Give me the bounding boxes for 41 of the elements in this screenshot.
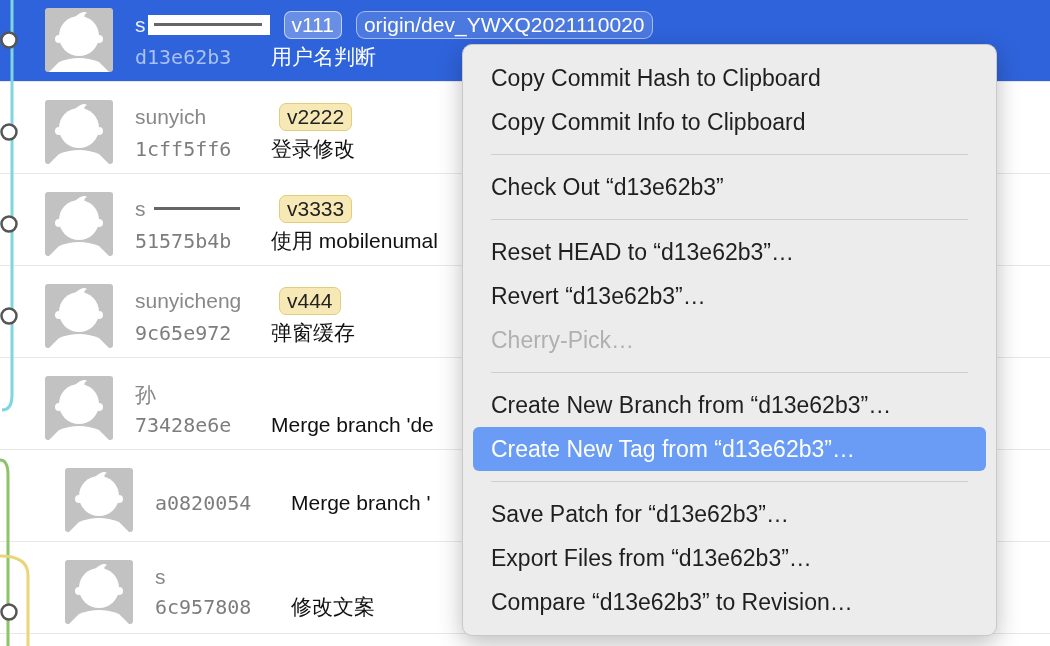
- tag-label: v2222: [279, 102, 353, 131]
- tag-label: v3333: [279, 194, 353, 223]
- tag-label: v444: [279, 286, 341, 315]
- author-name[interactable]: sunyich: [135, 104, 265, 129]
- avatar-icon: [45, 191, 113, 256]
- commit-hash[interactable]: 73428e6e: [135, 412, 257, 437]
- menu-item[interactable]: Copy Commit Info to Clipboard: [473, 100, 986, 144]
- author-name[interactable]: sunyicheng: [135, 288, 265, 313]
- menu-item[interactable]: Save Patch for “d13e62b3”…: [473, 492, 986, 536]
- commit-hash[interactable]: 9c65e972: [135, 320, 257, 345]
- commit-hash[interactable]: 51575b4b: [135, 228, 257, 253]
- menu-item[interactable]: Create New Branch from “d13e62b3”…: [473, 383, 986, 427]
- author-name[interactable]: s: [135, 196, 265, 221]
- tag-label: v111: [283, 10, 342, 39]
- menu-item[interactable]: Export Files from “d13e62b3”…: [473, 536, 986, 580]
- branch-label: origin/dev_YWXQ2021110020: [355, 10, 653, 39]
- menu-item[interactable]: Check Out “d13e62b3”: [473, 165, 986, 209]
- avatar-icon: [45, 99, 113, 164]
- commit-message: 修改文案: [291, 593, 375, 620]
- commit-message: 使用 mobilenumal: [271, 227, 438, 254]
- author-name[interactable]: 孙: [135, 380, 265, 409]
- avatar-icon: [45, 283, 113, 348]
- menu-item[interactable]: Create New Tag from “d13e62b3”…: [473, 427, 986, 471]
- avatar-icon: [65, 467, 133, 532]
- commit-message: Merge branch 'de: [271, 412, 434, 437]
- author-name[interactable]: s: [155, 564, 285, 589]
- menu-item[interactable]: Reset HEAD to “d13e62b3”…: [473, 230, 986, 274]
- commit-message: 弹窗缓存: [271, 319, 355, 346]
- commit-hash[interactable]: 1cff5ff6: [135, 136, 257, 161]
- commit-message: 登录修改: [271, 135, 355, 162]
- menu-item[interactable]: Compare “d13e62b3” to Revision…: [473, 580, 986, 624]
- menu-item[interactable]: Copy Commit Hash to Clipboard: [473, 56, 986, 100]
- menu-item[interactable]: Revert “d13e62b3”…: [473, 274, 986, 318]
- commit-hash[interactable]: d13e62b3: [135, 44, 257, 69]
- commit-hash[interactable]: a0820054: [155, 490, 277, 515]
- avatar-icon: [65, 559, 133, 624]
- avatar-icon: [45, 7, 113, 72]
- commit-hash[interactable]: 6c957808: [155, 594, 277, 619]
- commit-message: Merge branch ': [291, 490, 431, 515]
- commit-message: 用户名判断: [271, 43, 376, 70]
- avatar-icon: [45, 375, 113, 440]
